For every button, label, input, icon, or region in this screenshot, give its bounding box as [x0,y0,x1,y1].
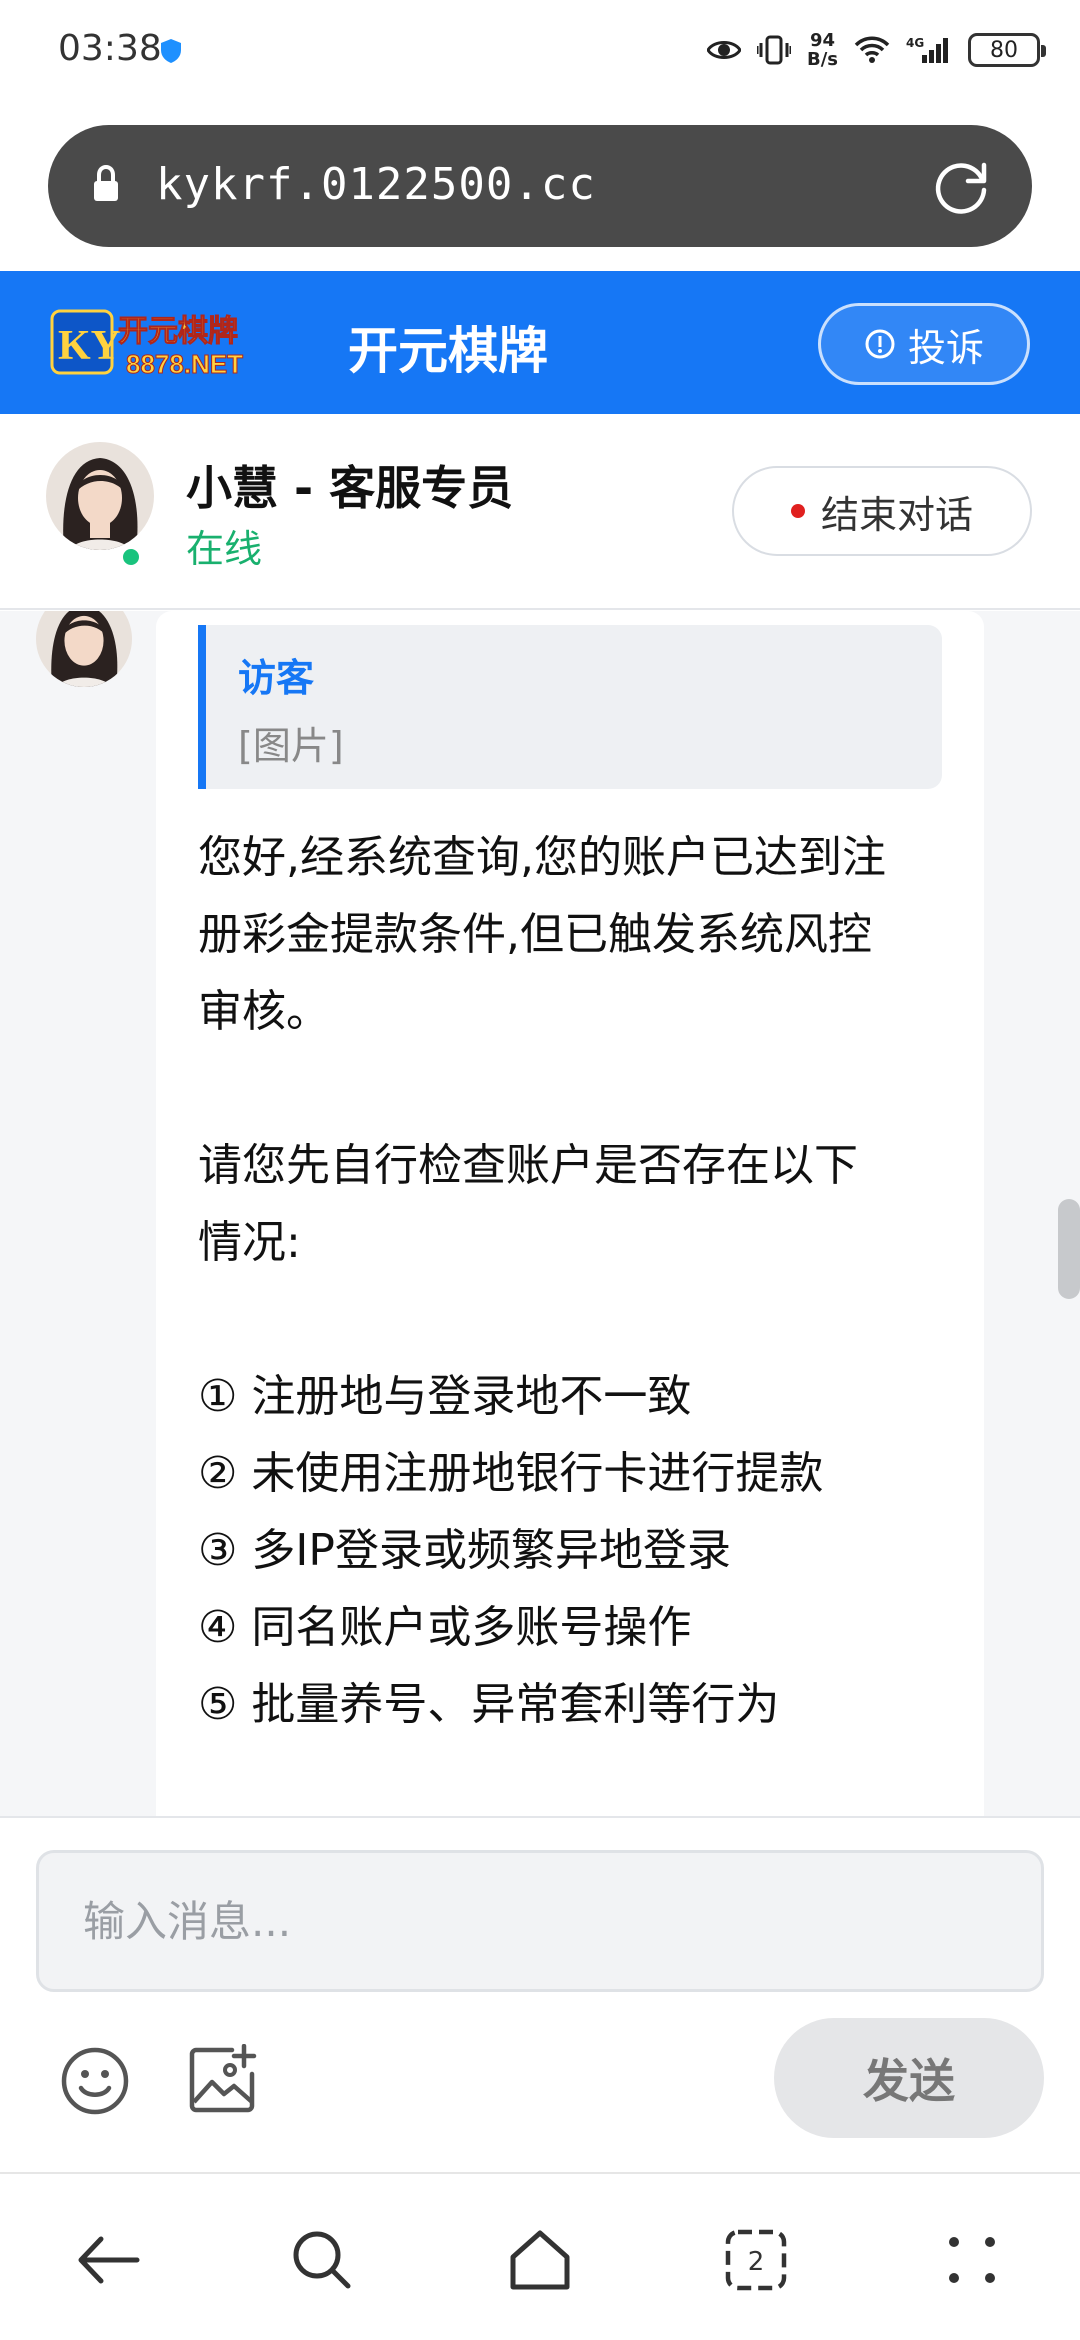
chat-area[interactable]: 访客 [图片] 您好,经系统查询,您的账户已达到注 册彩金提款条件,但已触发系统… [0,611,1080,1816]
message-line: 您好,经系统查询,您的账户已达到注 [198,832,886,883]
message-text: 您好,经系统查询,您的账户已达到注 册彩金提款条件,但已触发系统风控 审核。 请… [198,819,958,1743]
address-bar[interactable]: kykrf.0122500.cc [48,125,1032,247]
svg-text:开元棋牌: 开元棋牌 [118,314,238,349]
red-dot-icon [790,504,805,518]
wifi-icon [854,30,890,70]
message-line: 情况: [198,1217,301,1268]
quoted-message[interactable]: 访客 [图片] [198,625,942,789]
message-line: ⑤ 批量养号、异常套利等行为 [198,1679,780,1730]
vibrate-icon [756,30,791,70]
net-speed: 94 B/s [806,30,838,70]
eye-icon [706,30,741,70]
svg-text:4G: 4G [906,36,924,50]
message-line: ② 未使用注册地银行卡进行提款 [198,1448,824,1499]
agent-avatar [46,442,154,568]
add-image-icon[interactable] [188,2044,258,2114]
quote-author: 访客 [238,656,315,700]
message-line: ③ 多IP登录或频繁异地登录 [198,1525,731,1576]
svg-text:KY: KY [58,323,121,369]
svg-text:2: 2 [748,2247,765,2277]
browser-nav-bar: 2 [0,2172,1080,2340]
message-line: ① 注册地与登录地不一致 [198,1371,692,1422]
emoji-icon[interactable] [60,2046,130,2116]
message-line [198,1050,958,1127]
shield-icon [161,39,181,63]
svg-text:8878.NET: 8878.NET [126,349,243,379]
site-title: 开元棋牌 [348,322,548,380]
scrollbar-thumb[interactable] [1058,1199,1080,1299]
agent-name: 小慧 - 客服专员 [186,461,514,515]
message-input[interactable] [39,1853,1041,1989]
reload-icon[interactable] [930,155,992,217]
message-avatar [36,611,132,687]
search-icon[interactable] [286,2224,358,2296]
status-time: 03:38 [58,28,162,69]
end-chat-label: 结束对话 [820,492,973,537]
url-text[interactable]: kykrf.0122500.cc [156,159,596,210]
battery-indicator: 80 [968,33,1046,67]
site-header: KY 开元棋牌 8878.NET 开元棋牌 投诉 [0,271,1080,414]
home-icon[interactable] [504,2224,576,2296]
menu-icon[interactable] [936,2224,1008,2296]
alert-circle-icon [865,329,895,359]
message-composer: 发送 [0,1816,1080,2172]
message-bubble: 访客 [图片] 您好,经系统查询,您的账户已达到注 册彩金提款条件,但已触发系统… [156,611,984,1816]
message-line: ④ 同名账户或多账号操作 [198,1602,692,1653]
quote-text: [图片] [238,724,344,768]
message-line [198,1281,958,1358]
complaint-button[interactable]: 投诉 [818,303,1030,385]
message-line: 请您先自行检查账户是否存在以下 [198,1140,858,1191]
message-line: 审核。 [198,986,330,1037]
send-button[interactable]: 发送 [774,2018,1044,2138]
back-icon[interactable] [72,2224,144,2296]
send-label: 发送 [863,2054,955,2108]
status-bar: 03:38 94 B/s 4G 80 [0,0,1080,104]
online-indicator [120,546,142,568]
site-logo[interactable]: KY 开元棋牌 8878.NET [50,305,312,381]
agent-status: 在线 [186,527,263,571]
complaint-label: 投诉 [907,325,984,370]
message-input-wrap[interactable] [36,1850,1044,1992]
end-chat-button[interactable]: 结束对话 [732,466,1032,556]
cellular-signal-icon: 4G [906,30,952,70]
agent-bar: 小慧 - 客服专员 在线 结束对话 [0,414,1080,610]
tabs-icon[interactable]: 2 [720,2224,792,2296]
message-line: 册彩金提款条件,但已触发系统风控 [198,909,872,960]
lock-icon [94,165,118,201]
